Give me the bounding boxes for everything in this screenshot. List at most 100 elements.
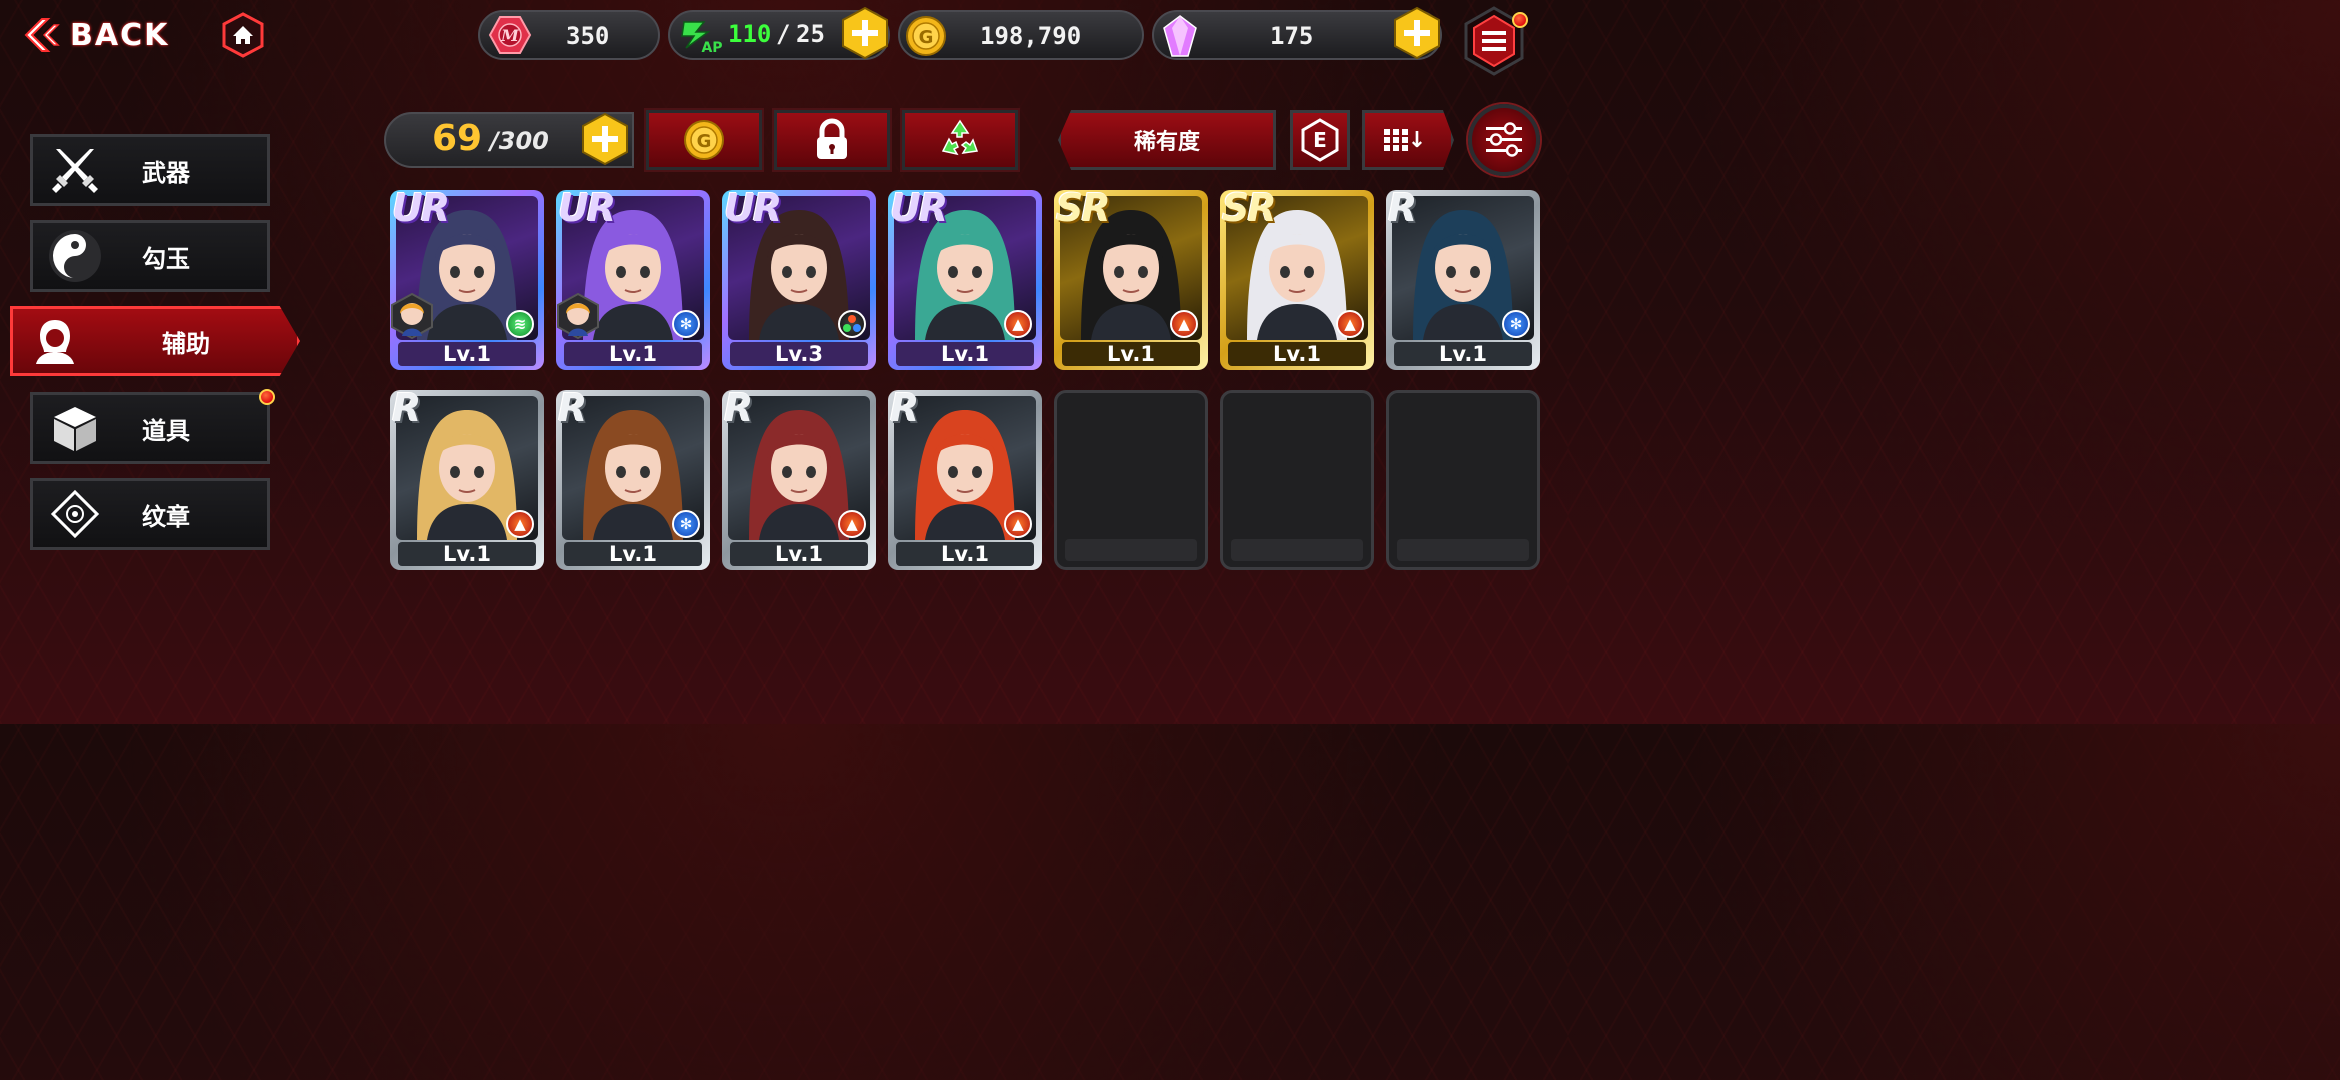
medal-counter: M 350: [478, 10, 660, 60]
rarity-label: UR: [558, 190, 616, 230]
empty-slot-bar: [1397, 539, 1529, 561]
character-badge-icon: [556, 292, 600, 340]
sort-order-button[interactable]: ↓: [1362, 110, 1454, 170]
card-level: Lv.1: [564, 342, 702, 366]
rarity-label: R: [724, 390, 753, 430]
crossed-swords-icon: [45, 140, 105, 200]
gold-value: 198,790: [980, 22, 1082, 50]
ap-plus-button[interactable]: [840, 6, 890, 65]
support-card[interactable]: R ✻ Lv.1: [1386, 190, 1540, 370]
sidebar-item-label: 道具: [142, 416, 190, 445]
rarity-label: SR: [1056, 190, 1111, 230]
expand-capacity-button[interactable]: [580, 112, 630, 171]
sliders-icon: [1486, 122, 1522, 157]
inventory-capacity: /300: [490, 127, 549, 155]
rarity-label: SR: [1222, 190, 1277, 230]
support-card[interactable]: R ▲ Lv.1: [390, 390, 544, 570]
equip-filter-button[interactable]: E: [1290, 110, 1350, 170]
empty-card-slot: [1220, 390, 1374, 570]
emblem-icon: [45, 484, 105, 544]
character-badge-icon: [390, 292, 434, 340]
medal-value: 350: [566, 22, 610, 50]
back-label: BACK: [70, 17, 170, 53]
empty-card-slot: [1054, 390, 1208, 570]
ap-icon-text: AP: [701, 40, 722, 56]
rarity-label: UR: [890, 190, 948, 230]
items-notification-dot: [259, 389, 275, 405]
recycle-button[interactable]: [900, 108, 1020, 172]
menu-notification-dot: [1512, 12, 1528, 28]
fire-element-icon: ▲: [838, 510, 866, 538]
crystal-plus-button[interactable]: [1392, 6, 1442, 65]
equip-filter-letter: E: [1313, 128, 1327, 152]
support-card[interactable]: R ▲ Lv.1: [722, 390, 876, 570]
back-button[interactable]: BACK: [20, 12, 190, 58]
sidebar-item-support[interactable]: 辅助: [10, 306, 300, 376]
home-button[interactable]: [220, 12, 266, 58]
card-level: Lv.3: [730, 342, 868, 366]
support-card[interactable]: UR ▲ Lv.1: [888, 190, 1042, 370]
card-level: Lv.1: [398, 542, 536, 566]
sidebar-item-label: 辅助: [162, 329, 210, 358]
water-element-icon: ✻: [672, 510, 700, 538]
water-element-icon: ✻: [1502, 310, 1530, 338]
wind-element-icon: ≋: [506, 310, 534, 338]
sort-direction-arrow: ↓: [1407, 127, 1427, 153]
sidebar-item-label: 勾玉: [142, 244, 190, 273]
plus-icon: [582, 112, 628, 166]
gold-coin-letter: G: [919, 27, 934, 48]
support-card[interactable]: UR ≋ Lv.1: [390, 190, 544, 370]
empty-slot-bar: [1065, 539, 1197, 561]
ap-icon: AP: [681, 21, 723, 56]
sidebar-item-items[interactable]: 道具: [30, 392, 270, 464]
inventory-count: 69: [432, 118, 483, 159]
rarity-label: R: [890, 390, 919, 430]
box-icon: [45, 398, 105, 458]
back-chevron-icon: [24, 18, 60, 52]
sidebar-item-weapon[interactable]: 武器: [30, 134, 270, 206]
card-level: Lv.1: [730, 542, 868, 566]
gold-counter: G 198,790: [898, 10, 1144, 60]
crystal-value: 175: [1270, 22, 1314, 50]
support-card[interactable]: R ▲ Lv.1: [888, 390, 1042, 570]
card-level: Lv.1: [896, 542, 1034, 566]
rarity-label: UR: [724, 190, 782, 230]
rarity-label: R: [1388, 190, 1417, 230]
recycle-icon: [941, 119, 979, 156]
lock-button[interactable]: [772, 108, 892, 172]
card-level: Lv.1: [1228, 342, 1366, 366]
support-card[interactable]: R ✻ Lv.1: [556, 390, 710, 570]
grid-icon: [1383, 129, 1408, 151]
ap-separator: /: [776, 20, 791, 48]
sidebar-item-magatama[interactable]: 勾玉: [30, 220, 270, 292]
gold-coin-icon: G: [684, 120, 724, 160]
card-level: Lv.1: [564, 542, 702, 566]
plus-icon: [1394, 6, 1440, 60]
card-level: Lv.1: [398, 342, 536, 366]
home-icon: [222, 12, 264, 58]
fire-element-icon: ▲: [1170, 310, 1198, 338]
equip-filter-e-icon: E: [1301, 118, 1339, 162]
rarity-sort-button[interactable]: 稀有度: [1058, 110, 1276, 170]
sidebar-item-label: 武器: [142, 158, 190, 187]
ap-max: 25: [796, 20, 825, 48]
card-level: Lv.1: [1062, 342, 1200, 366]
sell-button[interactable]: G: [644, 108, 764, 172]
filter-settings-button[interactable]: [1468, 104, 1540, 176]
medal-m-icon: M: [488, 16, 532, 54]
sidebar-item-emblem[interactable]: 纹章: [30, 478, 270, 550]
fire-element-icon: ▲: [506, 510, 534, 538]
rarity-sort-label: 稀有度: [1133, 130, 1200, 155]
support-card[interactable]: UR Lv.3: [722, 190, 876, 370]
rarity-label: R: [392, 390, 421, 430]
support-person-icon: [25, 311, 85, 371]
magatama-icon: [45, 226, 105, 286]
svg-text:M: M: [500, 26, 520, 45]
crystal-icon: [1163, 15, 1197, 57]
support-card[interactable]: SR ▲ Lv.1: [1054, 190, 1208, 370]
fire-element-icon: ▲: [1004, 310, 1032, 338]
lock-icon: [817, 118, 847, 159]
support-card[interactable]: UR ✻ Lv.1: [556, 190, 710, 370]
fire-element-icon: ▲: [1004, 510, 1032, 538]
support-card[interactable]: SR ▲ Lv.1: [1220, 190, 1374, 370]
